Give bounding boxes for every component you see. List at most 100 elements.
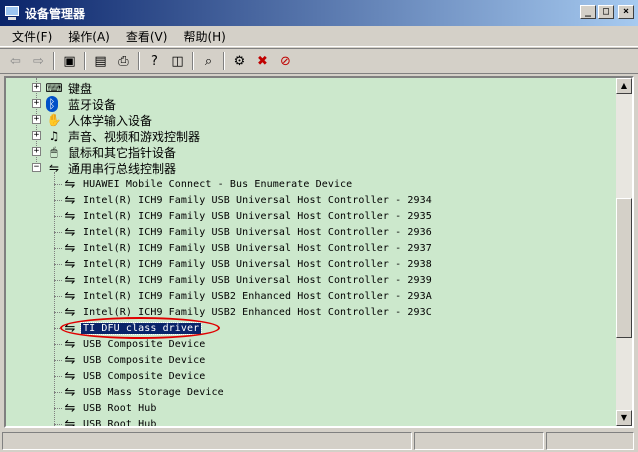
scroll-down-button[interactable]: ▼	[616, 410, 632, 426]
toolbar: ⇦ ⇨ ▣ ▤ ⎙ ? ◫ ⌕ ⚙ ✖ ⊘	[0, 48, 638, 74]
minimize-button[interactable]: _	[580, 5, 596, 19]
disable-device-icon[interactable]: ⊘	[274, 50, 297, 72]
maximize-button[interactable]: □	[598, 5, 614, 19]
usb-device-icon: ⇋	[64, 400, 76, 416]
forward-arrow-icon[interactable]: ⇨	[27, 50, 50, 72]
show-hide-tree-icon[interactable]: ▣	[58, 50, 81, 72]
expand-icon[interactable]: +	[32, 147, 41, 156]
device-row[interactable]: ⇋ HUAWEI Mobile Connect - Bus Enumerate D…	[54, 176, 354, 192]
device-row[interactable]: ⇋ Intel(R) ICH9 Family USB Universal Host…	[54, 192, 434, 208]
device-label: Intel(R) ICH9 Family USB Universal Host …	[83, 194, 432, 206]
usb-device-icon: ⇋	[64, 320, 76, 336]
tree-connector-line	[54, 296, 62, 297]
window-controls: _ □ ×	[580, 5, 634, 19]
console-tree-icon[interactable]: ◫	[166, 50, 189, 72]
tree-category-row[interactable]: + ♫ 声音、视频和游戏控制器	[6, 128, 606, 144]
device-label: HUAWEI Mobile Connect - Bus Enumerate De…	[83, 178, 353, 190]
tree-connector-line	[54, 376, 62, 377]
scroll-thumb[interactable]	[616, 198, 632, 338]
tree-category-label: 通用串行总线控制器	[68, 161, 177, 176]
device-label: USB Composite Device	[83, 354, 206, 366]
tree-category-row[interactable]: − ⇋ 通用串行总线控制器	[6, 160, 606, 176]
device-label: Intel(R) ICH9 Family USB2 Enhanced Host …	[83, 306, 432, 318]
toolbar-separator	[138, 52, 140, 70]
tree-connector-line	[54, 392, 62, 393]
tree-connector-line	[54, 408, 62, 409]
device-row[interactable]: ⇋ Intel(R) ICH9 Family USB Universal Host…	[54, 240, 434, 256]
toolbar-separator	[223, 52, 225, 70]
tree-category-row[interactable]: + ᛒ 蓝牙设备	[6, 96, 606, 112]
tree-connector-line	[54, 248, 62, 249]
help-icon[interactable]: ?	[143, 50, 166, 72]
tree-connector-line	[54, 424, 62, 425]
back-arrow-icon[interactable]: ⇦	[4, 50, 27, 72]
device-row[interactable]: ⇋ USB Composite Device	[54, 352, 207, 368]
tree-connector-line	[54, 328, 62, 329]
usb-device-icon: ⇋	[64, 352, 76, 368]
tree-connector-line	[54, 360, 62, 361]
menu-help[interactable]: 帮助(H)	[175, 28, 233, 45]
device-tree-panel[interactable]: + ⌨ 键盘 + ᛒ 蓝牙设备 + ✋ 人体学输入设备 + ♫ 声音、视频和游戏控制器 + 🖱 鼠标和其它指…	[4, 76, 634, 428]
bluetooth-icon: ᛒ	[46, 96, 58, 112]
keyboard-icon: ⌨	[45, 81, 63, 95]
scan-hardware-icon[interactable]: ⌕	[197, 50, 220, 72]
print-icon[interactable]: ⎙	[112, 50, 135, 72]
tree-connector-line	[54, 264, 62, 265]
expand-icon[interactable]: +	[32, 99, 41, 108]
device-row[interactable]: ⇋ Intel(R) ICH9 Family USB Universal Host…	[54, 224, 434, 240]
device-label: Intel(R) ICH9 Family USB Universal Host …	[83, 226, 432, 238]
device-row[interactable]: ⇋ USB Composite Device	[54, 368, 207, 384]
tree-category-label: 人体学输入设备	[68, 113, 153, 128]
usb-device-icon: ⇋	[64, 240, 76, 256]
device-row[interactable]: ⇋ USB Mass Storage Device	[54, 384, 226, 400]
device-row[interactable]: ⇋ Intel(R) ICH9 Family USB2 Enhanced Host…	[54, 288, 434, 304]
window-title: 设备管理器	[25, 6, 86, 21]
expand-icon[interactable]: +	[32, 83, 41, 92]
tree-connector-line	[54, 200, 62, 201]
menu-file[interactable]: 文件(F)	[0, 28, 60, 45]
close-button[interactable]: ×	[618, 5, 634, 19]
toolbar-separator	[53, 52, 55, 70]
title-bar: 设备管理器 _ □ ×	[0, 0, 638, 26]
expand-icon[interactable]: +	[32, 115, 41, 124]
scroll-up-button[interactable]: ▲	[616, 78, 632, 94]
tree-category-label: 蓝牙设备	[68, 97, 117, 112]
device-manager-icon	[4, 5, 20, 21]
tree-category-label: 鼠标和其它指针设备	[68, 145, 177, 160]
update-driver-icon[interactable]: ⚙	[228, 50, 251, 72]
usb-device-icon: ⇋	[64, 176, 76, 192]
tree-category-row[interactable]: + 🖱 鼠标和其它指针设备	[6, 144, 606, 160]
status-pane-2	[414, 432, 544, 450]
menu-view[interactable]: 查看(V)	[118, 28, 176, 45]
usb-device-icon: ⇋	[64, 272, 76, 288]
device-label: TI DFU class driver	[79, 321, 203, 335]
tree-connector-line	[54, 312, 62, 313]
device-label: Intel(R) ICH9 Family USB Universal Host …	[83, 242, 432, 254]
device-row[interactable]: ⇋ Intel(R) ICH9 Family USB Universal Host…	[54, 208, 434, 224]
tree-category-label: 键盘	[68, 81, 93, 96]
tree-category-label: 声音、视频和游戏控制器	[68, 129, 201, 144]
properties-icon[interactable]: ▤	[89, 50, 112, 72]
status-pane-main	[2, 432, 412, 450]
device-row[interactable]: ⇋ USB Composite Device	[54, 336, 207, 352]
device-label: Intel(R) ICH9 Family USB Universal Host …	[83, 258, 432, 270]
device-row[interactable]: ⇋ Intel(R) ICH9 Family USB Universal Host…	[54, 272, 434, 288]
device-row[interactable]: ⇋ USB Root Hub	[54, 416, 158, 426]
device-row[interactable]: ⇋ USB Root Hub	[54, 400, 158, 416]
uninstall-icon[interactable]: ✖	[251, 50, 274, 72]
vertical-scrollbar[interactable]: ▲ ▼	[616, 78, 632, 426]
device-row[interactable]: ⇋ Intel(R) ICH9 Family USB Universal Host…	[54, 256, 434, 272]
menu-action[interactable]: 操作(A)	[60, 28, 118, 45]
expand-icon[interactable]: +	[32, 131, 41, 140]
tree-connector-line	[54, 232, 62, 233]
tree-category-row[interactable]: + ⌨ 键盘	[6, 80, 606, 96]
tree-connector-line	[54, 172, 55, 426]
sound-icon: ♫	[48, 129, 60, 143]
device-row[interactable]: ⇋ TI DFU class driver	[54, 320, 203, 336]
device-row[interactable]: ⇋ Intel(R) ICH9 Family USB2 Enhanced Host…	[54, 304, 434, 320]
tree-category-row[interactable]: + ✋ 人体学输入设备	[6, 112, 606, 128]
toolbar-separator	[192, 52, 194, 70]
device-label: USB Composite Device	[83, 338, 206, 350]
mouse-icon: 🖱	[50, 144, 58, 159]
collapse-icon[interactable]: −	[32, 163, 41, 172]
